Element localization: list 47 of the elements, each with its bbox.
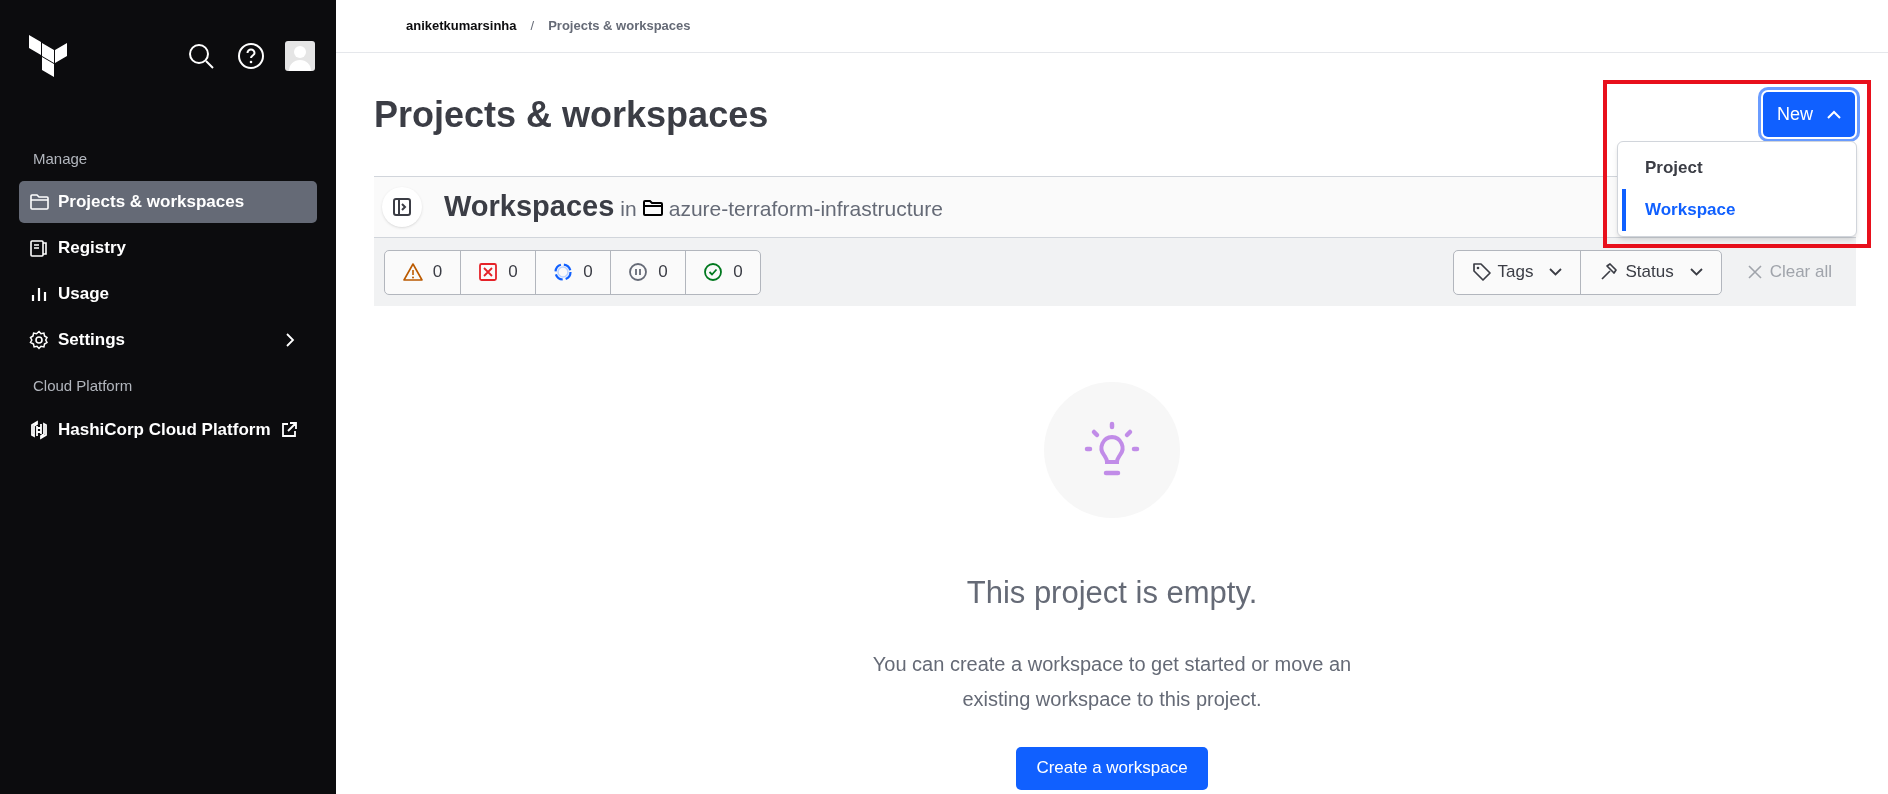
settings-icon xyxy=(29,329,49,350)
sidebar-item[interactable]: Usage xyxy=(19,272,317,315)
menu-item[interactable]: Project xyxy=(1622,147,1856,189)
project-link[interactable]: azure-terraform-infrastructure xyxy=(668,193,943,225)
check-circle-icon xyxy=(703,262,724,282)
breadcrumb-link[interactable]: aniketkumarsinha xyxy=(406,16,517,36)
success-filter-button[interactable]: 0 xyxy=(685,250,760,294)
sidebar-toggle-button[interactable] xyxy=(382,187,422,227)
empty-state-message: You can create a workspace to get started or move an existing workspace to this project. xyxy=(871,651,1353,712)
caret-up-icon xyxy=(1827,110,1841,119)
breadcrumb-separator: / xyxy=(530,17,535,36)
warning-icon xyxy=(402,262,423,282)
breadcrumb-link[interactable]: Projects & workspaces xyxy=(548,16,691,36)
paused-filter-button[interactable]: 0 xyxy=(610,250,685,294)
section-title: Workspaces xyxy=(444,189,615,225)
menu-item[interactable]: Workspace xyxy=(1622,189,1856,231)
logo-icon[interactable] xyxy=(29,35,67,77)
sidebar-heading: Manage xyxy=(32,149,89,169)
folder-icon xyxy=(642,199,663,217)
search-icon[interactable] xyxy=(187,42,215,70)
in-label: in xyxy=(620,196,637,223)
panel-icon xyxy=(393,198,411,216)
sidebar-heading: Cloud Platform xyxy=(32,375,134,396)
error-icon xyxy=(478,262,499,282)
chevron-down-icon xyxy=(1689,268,1703,276)
hexagon-logo-icon xyxy=(29,420,49,440)
running-filter-button[interactable]: 0 xyxy=(535,250,610,294)
tag-icon xyxy=(1471,262,1492,282)
warning-filter-button[interactable]: 0 xyxy=(385,250,460,294)
sidebar-item[interactable]: Settings xyxy=(19,318,317,361)
page-title: Projects & workspaces xyxy=(374,92,769,137)
close-icon xyxy=(1747,265,1762,279)
status-dropdown[interactable]: Status xyxy=(1580,250,1721,294)
create-workspace-button[interactable]: Create a workspace xyxy=(1016,746,1208,790)
error-filter-button[interactable]: 0 xyxy=(460,250,535,294)
hammer-icon xyxy=(1599,262,1620,282)
pause-icon xyxy=(628,262,649,282)
empty-state-title: This project is empty. xyxy=(966,574,1258,612)
sidebar-item[interactable]: Registry xyxy=(19,226,317,269)
book-icon xyxy=(29,237,49,258)
chevron-down-icon xyxy=(1549,268,1563,276)
sidebar-item[interactable]: HashiCorp Cloud Platform xyxy=(19,409,317,451)
loading-icon xyxy=(553,262,574,282)
sidebar-item[interactable]: Projects & workspaces xyxy=(19,180,317,223)
folder-icon xyxy=(29,191,49,212)
help-icon[interactable] xyxy=(237,42,265,70)
tags-dropdown[interactable]: Tags xyxy=(1453,250,1581,294)
